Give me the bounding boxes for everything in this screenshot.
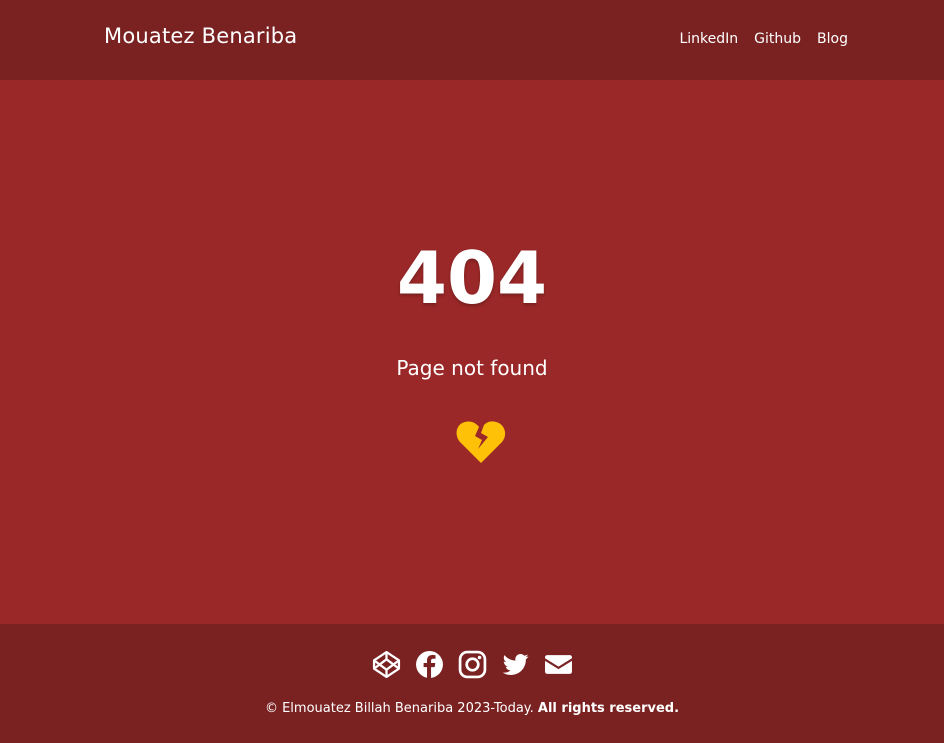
twitter-link[interactable]	[501, 650, 530, 679]
rights-text: All rights reserved.	[537, 701, 680, 716]
facebook-link[interactable]	[415, 650, 444, 679]
instagram-link[interactable]	[458, 650, 487, 679]
site-footer: © Elmouatez Billah Benariba 2023-Today. …	[0, 624, 944, 743]
broken-heart-icon	[456, 421, 506, 463]
nav-link-linkedin[interactable]: LinkedIn	[679, 31, 738, 47]
instagram-icon	[458, 650, 486, 679]
copyright: © Elmouatez Billah Benariba 2023-Today. …	[0, 701, 944, 716]
envelope-icon	[544, 655, 572, 674]
main-nav: LinkedIn Github Blog	[679, 31, 848, 47]
facebook-icon	[415, 651, 443, 678]
error-section: 404 Page not found	[0, 80, 944, 624]
site-header: Mouatez Benariba LinkedIn Github Blog	[0, 0, 944, 80]
copyright-text: © Elmouatez Billah Benariba 2023-Today.	[264, 701, 534, 716]
email-link[interactable]	[544, 650, 573, 679]
nav-link-github[interactable]: Github	[754, 31, 801, 47]
social-links	[0, 650, 944, 679]
codepen-link[interactable]	[372, 650, 401, 679]
error-message: Page not found	[396, 356, 548, 380]
twitter-icon	[502, 654, 528, 675]
brand-link[interactable]: Mouatez Benariba	[104, 24, 297, 48]
error-code: 404	[396, 236, 548, 320]
nav-link-blog[interactable]: Blog	[817, 31, 848, 47]
codepen-icon	[372, 650, 400, 679]
